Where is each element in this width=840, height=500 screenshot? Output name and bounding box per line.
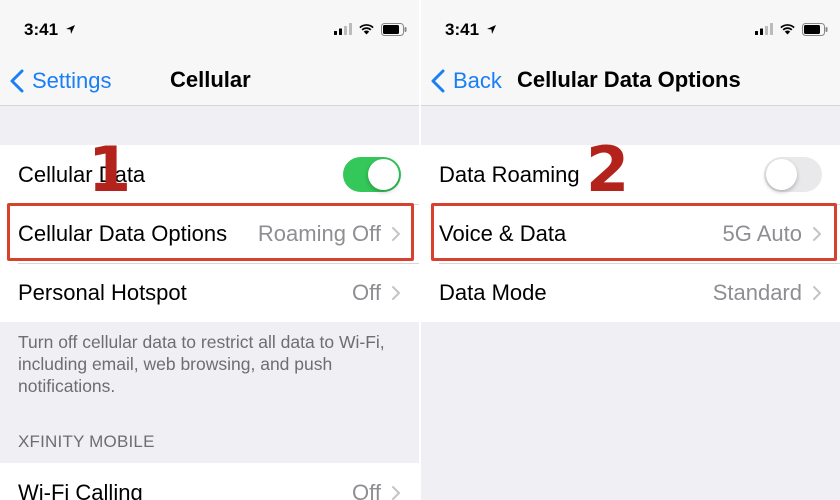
- battery-icon: [381, 22, 407, 36]
- cellular-signal-icon: [334, 23, 352, 35]
- chevron-left-icon: [431, 69, 445, 93]
- data-roaming-toggle[interactable]: [764, 157, 822, 192]
- chevron-right-icon: [391, 285, 401, 301]
- wifi-calling-value: Off: [352, 479, 381, 500]
- personal-hotspot-label: Personal Hotspot: [18, 279, 187, 305]
- status-icons: [755, 22, 828, 36]
- location-arrow-icon: [486, 25, 496, 34]
- wifi-icon: [359, 24, 374, 35]
- location-arrow-icon: [65, 25, 75, 34]
- back-button-label: Settings: [32, 68, 112, 93]
- highlight-box: [431, 203, 837, 261]
- step-number: 2: [586, 133, 630, 206]
- cellular-screen: 3:41 Settings Cellular Cellular Data Cel…: [0, 0, 419, 500]
- navigation-bar: Back Cellular Data Options: [421, 58, 840, 106]
- wifi-calling-row[interactable]: Wi-Fi Calling Off: [0, 463, 419, 500]
- cellular-signal-icon: [755, 23, 773, 35]
- cellular-data-footer: Turn off cellular data to restrict all d…: [18, 332, 385, 396]
- cellular-data-options-screen: 3:41 Back Cellular Data Options Data Roa…: [421, 0, 840, 500]
- back-button-label: Back: [453, 68, 502, 93]
- data-mode-label: Data Mode: [439, 279, 547, 305]
- highlight-box: [7, 203, 414, 261]
- back-button[interactable]: Settings: [10, 66, 112, 96]
- personal-hotspot-row[interactable]: Personal Hotspot Off: [0, 263, 419, 322]
- chevron-right-icon: [391, 485, 401, 500]
- cellular-data-label: Cellular Data: [18, 161, 146, 187]
- page-title: Cellular Data Options: [517, 67, 741, 92]
- section-header: XFINITY MOBILE: [18, 432, 155, 451]
- status-icons: [334, 22, 407, 36]
- status-bar: 3:41: [421, 0, 840, 58]
- chevron-left-icon: [10, 69, 24, 93]
- navigation-bar: Settings Cellular: [0, 58, 419, 106]
- page-title: Cellular: [170, 67, 251, 92]
- status-bar: 3:41: [0, 0, 419, 58]
- personal-hotspot-value: Off: [352, 279, 381, 305]
- data-roaming-row: Data Roaming: [421, 145, 840, 204]
- status-time: 3:41: [445, 20, 497, 40]
- data-mode-value: Standard: [712, 279, 802, 305]
- wifi-calling-label: Wi-Fi Calling: [18, 479, 143, 500]
- data-mode-row[interactable]: Data Mode Standard: [421, 263, 840, 322]
- carrier-settings-group: Wi-Fi Calling Off: [0, 463, 419, 500]
- status-time: 3:41: [24, 20, 76, 40]
- wifi-icon: [780, 24, 795, 35]
- back-button[interactable]: Back: [431, 66, 502, 96]
- chevron-right-icon: [812, 285, 822, 301]
- cellular-data-row: Cellular Data: [0, 145, 419, 204]
- battery-icon: [802, 22, 828, 36]
- cellular-data-toggle[interactable]: [343, 157, 401, 192]
- step-number: 1: [88, 133, 132, 206]
